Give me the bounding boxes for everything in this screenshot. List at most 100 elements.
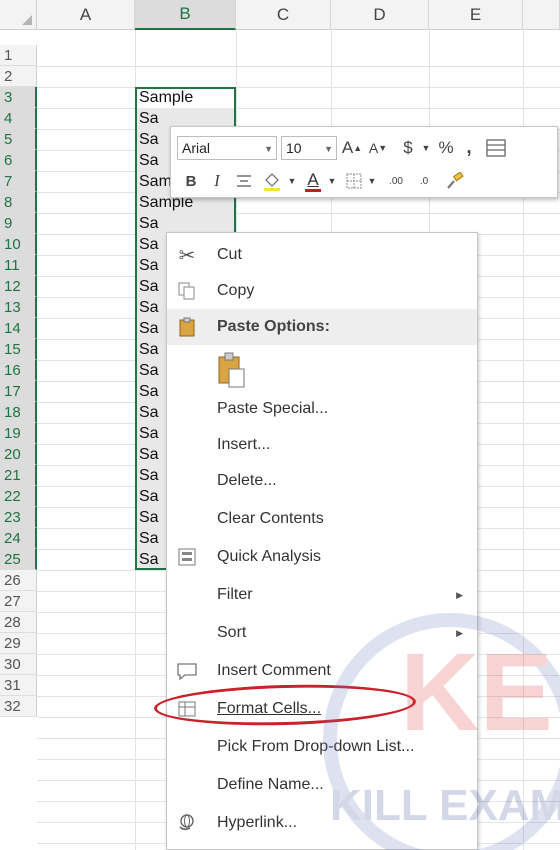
borders-button[interactable] xyxy=(343,169,365,193)
row-header[interactable]: 24 xyxy=(0,528,37,549)
cell-b10[interactable]: Sa xyxy=(139,234,159,255)
menu-item-copy[interactable]: Copy xyxy=(167,273,477,309)
row-header[interactable]: 14 xyxy=(0,318,37,339)
context-menu: ✂ Cut Copy Paste Options: Paste Special.… xyxy=(166,232,478,850)
grow-font-icon: A xyxy=(341,138,354,157)
format-painter-table-button[interactable] xyxy=(483,136,509,160)
column-header-b[interactable]: B xyxy=(135,0,236,30)
row-header[interactable]: 20 xyxy=(0,444,37,465)
row-header[interactable]: 5 xyxy=(0,129,37,150)
shrink-font-button[interactable]: A ▼ xyxy=(367,136,389,160)
menu-item-cut[interactable]: ✂ Cut xyxy=(167,237,477,273)
font-size-combo[interactable]: 10 ▼ xyxy=(281,136,337,160)
row-header[interactable]: 2 xyxy=(0,66,37,87)
row-header[interactable]: 7 xyxy=(0,171,37,192)
comma-style-button[interactable]: , xyxy=(459,136,479,160)
menu-item-filter[interactable]: Filter ▶ xyxy=(167,577,477,613)
cell-b20[interactable]: Sa xyxy=(139,444,159,465)
menu-item-hyperlink[interactable]: Hyperlink... xyxy=(167,805,477,841)
row-header[interactable]: 13 xyxy=(0,297,37,318)
menu-item-pick-from-dropdown[interactable]: Pick From Drop-down List... xyxy=(167,729,477,765)
cell-b18[interactable]: Sa xyxy=(139,402,159,423)
menu-item-define-name[interactable]: Define Name... xyxy=(167,767,477,803)
row-header[interactable]: 30 xyxy=(0,654,37,675)
row-header[interactable]: 23 xyxy=(0,507,37,528)
row-header[interactable]: 26 xyxy=(0,570,37,591)
column-header-c[interactable]: C xyxy=(236,0,331,30)
menu-item-delete[interactable]: Delete... xyxy=(167,463,477,499)
font-color-button[interactable]: A xyxy=(301,169,325,193)
row-header[interactable]: 1 xyxy=(0,45,37,66)
row-header[interactable]: 17 xyxy=(0,381,37,402)
row-header[interactable]: 19 xyxy=(0,423,37,444)
column-header-a[interactable]: A xyxy=(37,0,135,30)
bold-button[interactable]: B xyxy=(181,169,201,193)
row-header[interactable]: 3 xyxy=(0,87,37,108)
select-all-corner[interactable] xyxy=(0,0,37,30)
row-header[interactable]: 28 xyxy=(0,612,37,633)
row-header[interactable]: 12 xyxy=(0,276,37,297)
currency-dropdown[interactable]: ▼ xyxy=(419,136,433,160)
cell-b25[interactable]: Sa xyxy=(139,549,159,570)
font-color-icon: A xyxy=(307,170,319,189)
row-header[interactable]: 15 xyxy=(0,339,37,360)
column-header-e[interactable]: E xyxy=(429,0,523,30)
cell-b5[interactable]: Sa xyxy=(139,129,159,150)
cell-b21[interactable]: Sa xyxy=(139,465,159,486)
italic-button[interactable]: I xyxy=(207,169,227,193)
percent-button[interactable]: % xyxy=(435,136,457,160)
row-header[interactable]: 16 xyxy=(0,360,37,381)
row-header[interactable]: 32 xyxy=(0,696,37,717)
fill-color-button[interactable] xyxy=(259,169,285,193)
row-header[interactable]: 8 xyxy=(0,192,37,213)
cell-b6[interactable]: Sa xyxy=(139,150,159,171)
row-header[interactable]: 10 xyxy=(0,234,37,255)
borders-dropdown[interactable]: ▼ xyxy=(365,169,379,193)
cell-b16[interactable]: Sa xyxy=(139,360,159,381)
row-header[interactable]: 27 xyxy=(0,591,37,612)
row-header[interactable]: 9 xyxy=(0,213,37,234)
row-header[interactable]: 22 xyxy=(0,486,37,507)
font-name-combo[interactable]: Arial ▼ xyxy=(177,136,277,160)
fill-color-dropdown[interactable]: ▼ xyxy=(285,169,299,193)
cell-b23[interactable]: Sa xyxy=(139,507,159,528)
menu-item-paste-special[interactable]: Paste Special... xyxy=(167,391,477,427)
cell-b14[interactable]: Sa xyxy=(139,318,159,339)
grow-font-button[interactable]: A ▲ xyxy=(341,136,363,160)
row-header[interactable]: 4 xyxy=(0,108,37,129)
cell-b12[interactable]: Sa xyxy=(139,276,159,297)
column-header-d[interactable]: D xyxy=(331,0,429,30)
row-header[interactable]: 18 xyxy=(0,402,37,423)
cell-b24[interactable]: Sa xyxy=(139,528,159,549)
grid-line xyxy=(37,87,560,88)
currency-button[interactable]: $ xyxy=(397,136,419,160)
decrease-decimal-button[interactable]: .0 xyxy=(411,169,437,193)
cell-b13[interactable]: Sa xyxy=(139,297,159,318)
align-center-button[interactable] xyxy=(233,169,255,193)
cell-b17[interactable]: Sa xyxy=(139,381,159,402)
row-header[interactable]: 31 xyxy=(0,675,37,696)
row-header[interactable]: 25 xyxy=(0,549,37,570)
menu-item-clear-contents[interactable]: Clear Contents xyxy=(167,501,477,537)
menu-item-insert[interactable]: Insert... xyxy=(167,427,477,463)
row-header[interactable]: 11 xyxy=(0,255,37,276)
menu-item-sort[interactable]: Sort ▶ xyxy=(167,615,477,651)
format-painter-icon xyxy=(447,172,464,189)
cell-b22[interactable]: Sa xyxy=(139,486,159,507)
cell-b15[interactable]: Sa xyxy=(139,339,159,360)
cell-b9[interactable]: Sa xyxy=(139,213,159,234)
format-painter-button[interactable] xyxy=(441,169,467,193)
cell-b11[interactable]: Sa xyxy=(139,255,159,276)
row-header[interactable]: 29 xyxy=(0,633,37,654)
row-header[interactable]: 6 xyxy=(0,150,37,171)
column-header-f[interactable] xyxy=(523,0,560,30)
increase-decimal-button[interactable]: .00 xyxy=(383,169,409,193)
cell-b19[interactable]: Sa xyxy=(139,423,159,444)
font-color-dropdown[interactable]: ▼ xyxy=(325,169,339,193)
menu-item-quick-analysis[interactable]: Quick Analysis xyxy=(167,539,477,575)
paste-button[interactable] xyxy=(167,345,477,395)
row-header[interactable]: 21 xyxy=(0,465,37,486)
cell-b4[interactable]: Sa xyxy=(139,108,159,129)
menu-item-insert-comment[interactable]: Insert Comment xyxy=(167,653,477,689)
cell-b3[interactable]: Sample xyxy=(139,87,193,108)
